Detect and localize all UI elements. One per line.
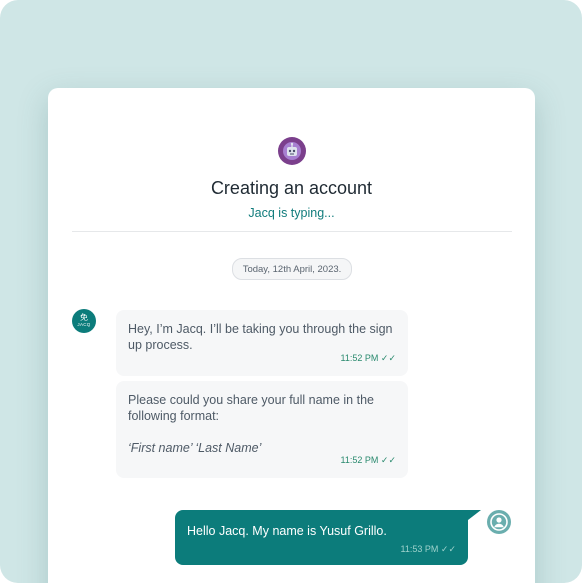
message-timestamp: 11:52 PM <box>340 353 379 363</box>
jacq-logo-icon: 免 <box>80 313 88 322</box>
bot-message: Please could you share your full name in… <box>116 381 408 478</box>
header-divider <box>72 231 512 232</box>
jacq-avatar: 免 JACQ <box>72 309 96 333</box>
message-text: Hello Jacq. My name is Yusuf Grillo. <box>187 524 387 538</box>
message-time: 11:53 PM ✓✓ <box>401 544 456 555</box>
user-icon[interactable] <box>487 510 511 534</box>
message-text: Hey, I’m Jacq. I’ll be taking you throug… <box>128 322 393 352</box>
date-separator: Today, 12th April, 2023. <box>232 258 352 280</box>
page-title: Creating an account <box>210 178 373 198</box>
bubble-tail <box>468 510 481 520</box>
robot-icon <box>278 137 306 165</box>
typing-status: Jacq is typing... <box>248 206 335 220</box>
message-text: Please could you share your full name in… <box>128 392 396 456</box>
message-time: 11:52 PM ✓✓ <box>341 350 396 366</box>
message-timestamp: 11:52 PM <box>340 455 379 465</box>
page-background: Creating an account Jacq is typing... To… <box>0 0 582 583</box>
bot-message: Hey, I’m Jacq. I’ll be taking you throug… <box>116 310 408 376</box>
double-check-icon: ✓✓ <box>380 455 396 465</box>
user-message: Hello Jacq. My name is Yusuf Grillo. 11:… <box>175 510 481 565</box>
message-time: 11:52 PM ✓✓ <box>341 452 396 468</box>
message-timestamp: 11:53 PM <box>400 544 439 554</box>
jacq-avatar-label: JACQ <box>77 322 91 327</box>
double-check-icon: ✓✓ <box>380 353 396 363</box>
message-line: Please could you share your full name in… <box>128 393 374 423</box>
chat-card: Creating an account Jacq is typing... To… <box>48 88 535 583</box>
double-check-icon: ✓✓ <box>440 544 456 554</box>
